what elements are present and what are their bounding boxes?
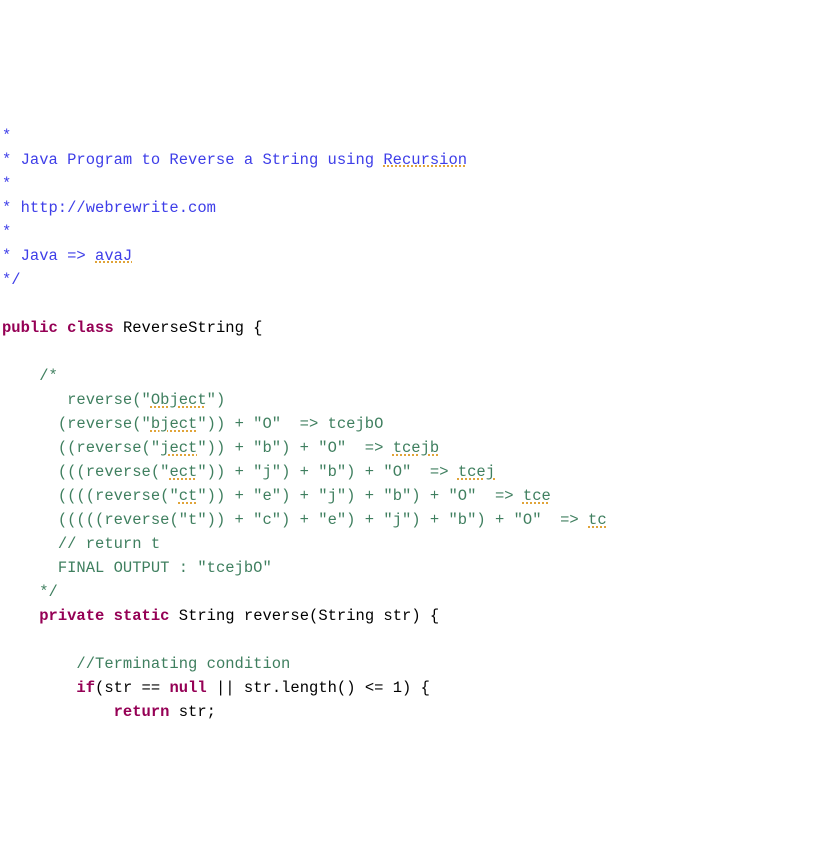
line-comment: //Terminating condition <box>2 655 290 673</box>
comment-line: * Java => avaJ <box>2 247 132 265</box>
comment-line: */ <box>2 271 21 289</box>
code-block: * * Java Program to Reverse a String usi… <box>2 100 821 724</box>
comment-line: * Java Program to Reverse a String using… <box>2 151 467 169</box>
comment-line: * <box>2 127 11 145</box>
comment-line: * <box>2 175 11 193</box>
block-comment: /* reverse("Object") (reverse("bject")) … <box>2 367 607 601</box>
comment-line: * <box>2 223 11 241</box>
return-statement: return str; <box>2 703 216 721</box>
if-statement: if(str == null || str.length() <= 1) { <box>2 679 430 697</box>
class-decl: public class ReverseString { <box>2 319 262 337</box>
method-decl: private static String reverse(String str… <box>2 607 439 625</box>
comment-line: * http://webrewrite.com <box>2 199 216 217</box>
